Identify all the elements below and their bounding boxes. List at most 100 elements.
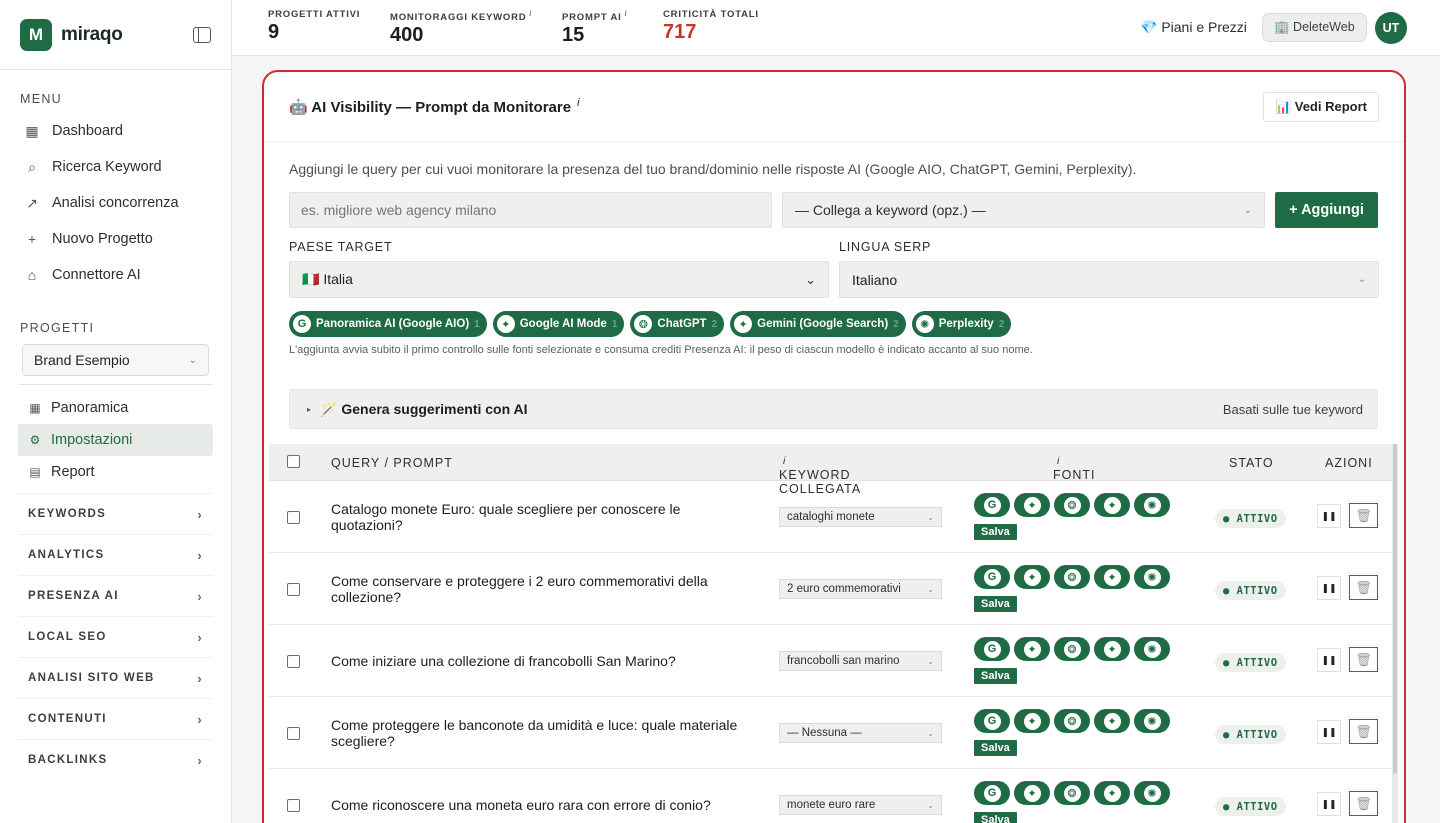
row-keyword-select[interactable]: 2 euro commemorativi ⌄ xyxy=(779,579,942,599)
sidebar-group-contenuti[interactable]: CONTENUTI › xyxy=(18,698,213,739)
source-google-ai-mode-toggle[interactable]: ✦ xyxy=(1014,565,1050,589)
workspace-button[interactable]: 🏢 DeleteWeb xyxy=(1262,13,1367,42)
country-select[interactable]: 🇮🇹 Italia ⌄ xyxy=(289,261,829,298)
source-perplexity-toggle[interactable]: ✺ xyxy=(1134,709,1170,733)
trash-icon[interactable]: 🗑 xyxy=(1349,719,1378,744)
source-chatgpt-toggle[interactable]: ❂ xyxy=(1054,637,1090,661)
source-chatgpt-toggle[interactable]: ❂ xyxy=(1054,781,1090,805)
source-google-aio-toggle[interactable]: G xyxy=(974,709,1010,733)
save-button[interactable]: Salva xyxy=(974,812,1017,823)
row-keyword-select[interactable]: monete euro rare ⌄ xyxy=(779,795,942,815)
row-checkbox[interactable] xyxy=(287,583,300,596)
source-toggle-chatgpt[interactable]: ❂ ChatGPT 2 xyxy=(630,311,725,337)
project-select[interactable]: Brand Esempio ⌄ xyxy=(22,344,209,376)
gemini-icon: ✦ xyxy=(734,315,753,333)
source-gemini-toggle[interactable]: ✦ xyxy=(1094,493,1130,517)
info-icon[interactable]: i xyxy=(625,9,628,18)
source-gemini-toggle[interactable]: ✦ xyxy=(1094,781,1130,805)
view-report-button[interactable]: 📊 Vedi Report xyxy=(1262,91,1379,122)
row-checkbox[interactable] xyxy=(287,727,300,740)
row-keyword-select[interactable]: francobolli san marino ⌄ xyxy=(779,651,942,671)
source-toggle-google-ai-mode[interactable]: ✦ Google AI Mode 1 xyxy=(492,311,625,337)
pause-button[interactable]: ❚❚ xyxy=(1317,648,1341,672)
language-select[interactable]: Italiano ⌄ xyxy=(839,261,1379,298)
save-button[interactable]: Salva xyxy=(974,668,1017,684)
source-google-ai-mode-toggle[interactable]: ✦ xyxy=(1014,637,1050,661)
app-name[interactable]: miraqo xyxy=(61,24,123,46)
source-perplexity-toggle[interactable]: ✺ xyxy=(1134,637,1170,661)
sidebar-group-presenza-ai[interactable]: PRESENZA AI › xyxy=(18,575,213,616)
trash-icon[interactable]: 🗑 xyxy=(1349,791,1378,816)
sidebar-group-analisi-sito-web[interactable]: ANALISI SITO WEB › xyxy=(18,657,213,698)
pause-button[interactable]: ❚❚ xyxy=(1317,720,1341,744)
source-toggle-perplexity[interactable]: ✺ Perplexity 2 xyxy=(911,311,1012,337)
source-chatgpt-toggle[interactable]: ❂ xyxy=(1054,709,1090,733)
source-perplexity-toggle[interactable]: ✺ xyxy=(1134,781,1170,805)
sidebar-item-connettore-ai[interactable]: ⌂ Connettore AI xyxy=(0,257,231,293)
info-icon[interactable]: i xyxy=(783,456,786,467)
sidebar-item-nuovo-progetto[interactable]: + Nuovo Progetto xyxy=(0,221,231,257)
project-nav-panoramica[interactable]: ▦ Panoramica xyxy=(18,392,213,424)
avatar[interactable]: UT xyxy=(1375,12,1407,44)
row-checkbox[interactable] xyxy=(287,655,300,668)
info-icon[interactable]: i xyxy=(1057,456,1060,467)
add-button[interactable]: + Aggiungi xyxy=(1275,192,1378,228)
status-badge: ● ATTIVO xyxy=(1215,653,1286,672)
trash-icon[interactable]: 🗑 xyxy=(1349,647,1378,672)
source-google-aio-toggle[interactable]: G xyxy=(974,637,1010,661)
source-perplexity-toggle[interactable]: ✺ xyxy=(1134,493,1170,517)
chevron-right-icon: › xyxy=(197,506,203,522)
project-nav-impostazioni[interactable]: ⚙ Impostazioni xyxy=(18,424,213,456)
source-chatgpt-toggle[interactable]: ❂ xyxy=(1054,565,1090,589)
save-button[interactable]: Salva xyxy=(974,596,1017,612)
save-button[interactable]: Salva xyxy=(974,524,1017,540)
sidebar-group-local-seo[interactable]: LOCAL SEO › xyxy=(18,616,213,657)
sidebar-item-analisi-concorrenza[interactable]: ↗ Analisi concorrenza xyxy=(0,185,231,221)
col-status: STATO xyxy=(1229,456,1274,470)
trash-icon[interactable]: 🗑 xyxy=(1349,503,1378,528)
project-nav-label: Panoramica xyxy=(51,400,129,416)
pause-button[interactable]: ❚❚ xyxy=(1317,576,1341,600)
row-keyword-select[interactable]: — Nessuna — ⌄ xyxy=(779,723,942,743)
row-keyword-select[interactable]: cataloghi monete ⌄ xyxy=(779,507,942,527)
select-all-checkbox[interactable] xyxy=(287,455,300,468)
query-input[interactable] xyxy=(289,192,772,228)
source-google-aio-toggle[interactable]: G xyxy=(974,781,1010,805)
row-sources: G ✦ ❂ ✦ ✺ xyxy=(974,637,1170,661)
sidebar-group-backlinks[interactable]: BACKLINKS › xyxy=(18,739,213,780)
logo-icon[interactable]: M xyxy=(20,18,52,51)
perplexity-icon: ✺ xyxy=(1143,568,1161,586)
source-gemini-toggle[interactable]: ✦ xyxy=(1094,709,1130,733)
generate-suggestions-toggle[interactable]: ▸ 🪄 Genera suggerimenti con AI Basati su… xyxy=(289,389,1378,429)
source-chatgpt-toggle[interactable]: ❂ xyxy=(1054,493,1090,517)
info-icon[interactable]: i xyxy=(577,97,579,109)
source-perplexity-toggle[interactable]: ✺ xyxy=(1134,565,1170,589)
source-google-ai-mode-toggle[interactable]: ✦ xyxy=(1014,709,1050,733)
source-gemini-toggle[interactable]: ✦ xyxy=(1094,565,1130,589)
project-nav-report[interactable]: ▤ Report xyxy=(18,456,213,488)
pause-button[interactable]: ❚❚ xyxy=(1317,792,1341,816)
keyword-link-select[interactable]: — Collega a keyword (opz.) — ⌄ xyxy=(782,192,1265,228)
sidebar-item-dashboard[interactable]: ▦ Dashboard xyxy=(0,113,231,149)
pause-button[interactable]: ❚❚ xyxy=(1317,504,1341,528)
row-checkbox[interactable] xyxy=(287,511,300,524)
sidebar-group-keywords[interactable]: KEYWORDS › xyxy=(18,493,213,534)
source-google-ai-mode-toggle[interactable]: ✦ xyxy=(1014,493,1050,517)
trash-icon[interactable]: 🗑 xyxy=(1349,575,1378,600)
sidebar-toggle-icon[interactable] xyxy=(193,26,211,43)
stat-label: MONITORAGGI KEYWORD i xyxy=(390,9,532,24)
language-value: Italiano xyxy=(852,271,898,288)
source-toggle-gemini[interactable]: ✦ Gemini (Google Search) 2 xyxy=(730,311,906,337)
source-toggle-google-aio[interactable]: G Panoramica AI (Google AIO) 1 xyxy=(289,311,487,337)
save-button[interactable]: Salva xyxy=(974,740,1017,756)
sidebar-group-analytics[interactable]: ANALYTICS › xyxy=(18,534,213,575)
source-google-ai-mode-toggle[interactable]: ✦ xyxy=(1014,781,1050,805)
source-google-aio-toggle[interactable]: G xyxy=(974,493,1010,517)
plans-link[interactable]: 💎 Piani e Prezzi xyxy=(1140,19,1247,36)
table-scrollbar[interactable] xyxy=(1392,444,1398,823)
info-icon[interactable]: i xyxy=(529,9,532,18)
source-google-aio-toggle[interactable]: G xyxy=(974,565,1010,589)
source-gemini-toggle[interactable]: ✦ xyxy=(1094,637,1130,661)
row-checkbox[interactable] xyxy=(287,799,300,812)
sidebar-item-ricerca-keyword[interactable]: ⌕ Ricerca Keyword xyxy=(0,149,231,185)
